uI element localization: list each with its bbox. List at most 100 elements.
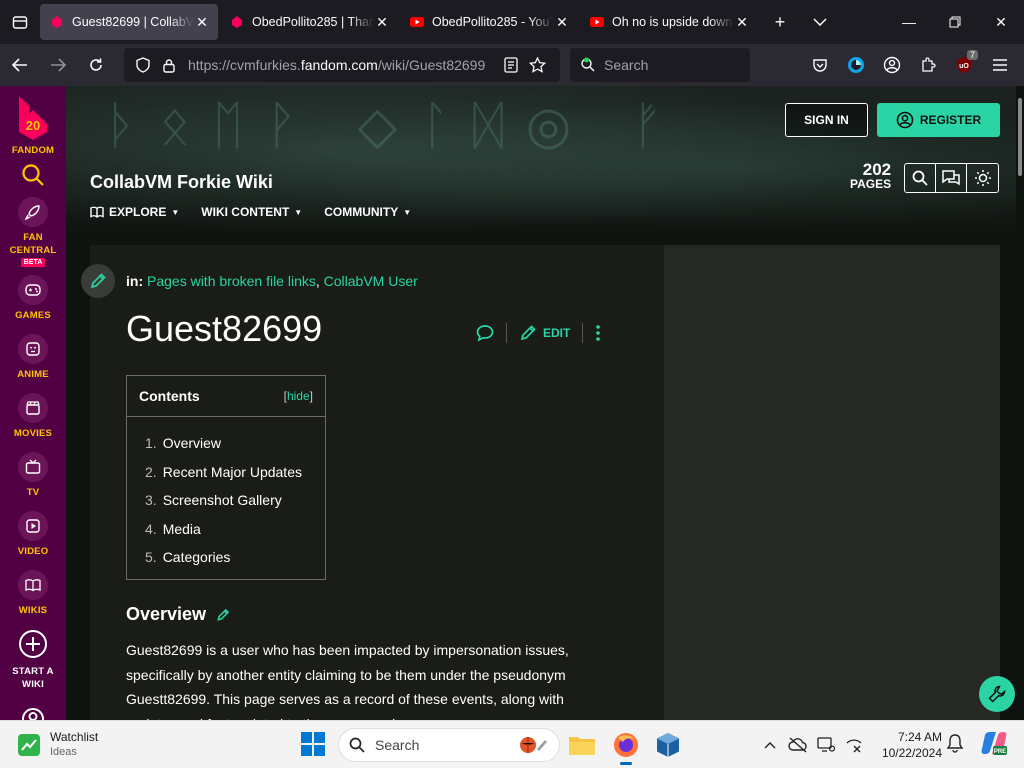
reader-view-icon[interactable] xyxy=(500,54,522,76)
windows-taskbar: Watchlist Ideas Search 7:24 AM 10/22/202… xyxy=(0,720,1024,768)
tab-title: Oh no is upside down xyxy=(612,15,733,29)
reload-icon[interactable] xyxy=(78,49,114,81)
nav-wiki-content[interactable]: WIKI CONTENT ▼ xyxy=(201,205,302,219)
page-scrollbar-thumb[interactable] xyxy=(1018,98,1022,176)
comments-icon[interactable] xyxy=(476,324,494,342)
fandom-icon xyxy=(230,15,244,29)
shield-icon[interactable] xyxy=(132,54,154,76)
virtualbox-icon[interactable] xyxy=(652,729,684,761)
fandom-icon xyxy=(50,15,64,29)
wiki-page: ᚦᛟᛖᚹ ◇ᛚᛞ◎ ᚠ SIGN IN REGISTER CollabVM Fo… xyxy=(66,86,1016,720)
lock-icon[interactable] xyxy=(158,54,180,76)
page-count-number: 202 xyxy=(862,160,892,179)
pencil-icon xyxy=(90,273,106,289)
discussions-icon[interactable] xyxy=(936,164,967,192)
wiki-nav: EXPLORE ▼ WIKI CONTENT ▼ COMMUNITY ▼ xyxy=(90,205,433,219)
toc-item[interactable]: 3. Screenshot Gallery xyxy=(145,486,325,515)
url-text[interactable]: https://cvmfurkies.fandom.com/wiki/Guest… xyxy=(188,57,500,73)
close-icon[interactable]: ✕ xyxy=(554,14,570,30)
browser-tab-2[interactable]: ObedPollito285 | Thanyaphat ✕ xyxy=(220,4,398,40)
url-bar[interactable]: https://cvmfurkies.fandom.com/wiki/Guest… xyxy=(124,48,560,82)
widget-title: Watchlist xyxy=(50,729,99,744)
tab-title: ObedPollito285 | Thanyaphat xyxy=(252,15,374,29)
close-icon[interactable]: ✕ xyxy=(374,14,390,30)
category-link[interactable]: CollabVM User xyxy=(324,273,418,289)
account-icon[interactable] xyxy=(874,49,910,81)
rail-item-video[interactable]: VIDEO xyxy=(0,511,66,558)
widget-subtitle: Ideas xyxy=(50,745,77,758)
category-link[interactable]: Pages with broken file links xyxy=(147,273,316,289)
theme-toggle-icon[interactable] xyxy=(967,164,998,192)
ublock-icon[interactable]: uO 7 xyxy=(946,49,982,81)
menu-icon[interactable] xyxy=(982,49,1018,81)
rail-item-fan-central[interactable]: FAN CENTRAL BETA xyxy=(0,197,66,267)
floating-edit-button[interactable] xyxy=(81,264,115,298)
wrench-icon[interactable] xyxy=(979,676,1015,712)
toc-hide-toggle[interactable]: [hide] xyxy=(284,389,313,403)
chevron-up-icon[interactable] xyxy=(756,731,784,759)
file-explorer-icon[interactable] xyxy=(566,729,598,761)
sign-in-button[interactable]: SIGN IN xyxy=(785,103,868,137)
toc-hide-link[interactable]: hide xyxy=(287,389,310,403)
nav-community[interactable]: COMMUNITY ▼ xyxy=(324,205,411,219)
section-edit-icon[interactable] xyxy=(216,608,230,622)
notification-bell-icon[interactable] xyxy=(946,733,964,753)
toc-item[interactable]: 2. Recent Major Updates xyxy=(145,458,325,487)
toc-item[interactable]: 1. Overview xyxy=(145,429,325,458)
browser-search-input[interactable]: Search xyxy=(570,48,750,82)
search-icon xyxy=(22,164,44,186)
nav-explore[interactable]: EXPLORE ▼ xyxy=(90,205,179,219)
close-icon[interactable]: ✕ xyxy=(734,14,750,30)
fandom-logo-icon: 20 xyxy=(19,96,47,140)
minimize-icon[interactable]: — xyxy=(886,0,932,44)
rail-item-tv[interactable]: TV xyxy=(0,452,66,499)
rail-item-wikis[interactable]: WIKIS xyxy=(0,570,66,617)
page-actions: EDIT xyxy=(476,323,601,343)
forward-icon[interactable] xyxy=(40,49,76,81)
toc-item[interactable]: 4. Media xyxy=(145,515,325,544)
copilot-icon[interactable]: PRE xyxy=(980,729,1008,757)
page-scrollbar[interactable] xyxy=(1016,86,1024,720)
rail-item-label: ANIME xyxy=(17,369,49,380)
taskbar-search-input[interactable]: Search xyxy=(338,728,560,762)
register-button[interactable]: REGISTER xyxy=(877,103,1000,137)
browser-tab-4[interactable]: Oh no is upside down ✕ xyxy=(580,4,758,40)
fandom-logo[interactable]: 20 FANDOM xyxy=(0,94,66,157)
pocket-icon[interactable] xyxy=(802,49,838,81)
edit-button[interactable]: EDIT xyxy=(519,324,570,342)
close-window-icon[interactable]: ✕ xyxy=(978,0,1024,44)
wiki-name[interactable]: CollabVM Forkie Wiki xyxy=(90,172,273,193)
chevron-down-icon[interactable] xyxy=(800,4,840,40)
browser-tab-1[interactable]: Guest82699 | CollabVM Forkie Wiki ✕ xyxy=(40,4,218,40)
rail-item-label: VIDEO xyxy=(17,546,49,557)
rail-item-games[interactable]: GAMES xyxy=(0,275,66,322)
restore-icon[interactable] xyxy=(932,0,978,44)
network-icon[interactable] xyxy=(840,731,868,759)
new-tab-icon[interactable]: + xyxy=(760,4,800,40)
gamepad-icon xyxy=(18,275,48,305)
rail-item-start-a-wiki[interactable]: START A WIKI xyxy=(0,629,66,691)
browser-tab-3[interactable]: ObedPollito285 - YouTube ✕ xyxy=(400,4,578,40)
system-tray xyxy=(756,729,868,761)
firefox-icon[interactable] xyxy=(610,729,642,765)
windows-start-icon[interactable] xyxy=(300,731,326,757)
rail-item-anime[interactable]: ANIME xyxy=(0,334,66,381)
system-clock[interactable]: 7:24 AM 10/22/2024 xyxy=(870,729,942,761)
page-title: Guest82699 xyxy=(126,308,323,349)
tab-title: ObedPollito285 - YouTube xyxy=(432,15,554,29)
widgets-button[interactable]: Watchlist Ideas xyxy=(18,730,218,760)
more-options-icon[interactable] xyxy=(595,324,601,342)
nav-label: COMMUNITY xyxy=(324,205,399,219)
bookmark-star-icon[interactable] xyxy=(526,54,548,76)
display-icon[interactable] xyxy=(812,731,840,759)
back-icon[interactable] xyxy=(2,49,38,81)
vpn-icon[interactable] xyxy=(838,49,874,81)
rail-search[interactable] xyxy=(0,163,66,187)
tab-list-icon[interactable] xyxy=(0,0,40,44)
close-icon[interactable]: ✕ xyxy=(194,14,210,30)
rail-item-movies[interactable]: MOVIES xyxy=(0,393,66,440)
wiki-search-icon[interactable] xyxy=(905,164,936,192)
cloud-offline-icon[interactable] xyxy=(784,731,812,759)
toc-item[interactable]: 5. Categories xyxy=(145,543,325,572)
extensions-icon[interactable] xyxy=(910,49,946,81)
